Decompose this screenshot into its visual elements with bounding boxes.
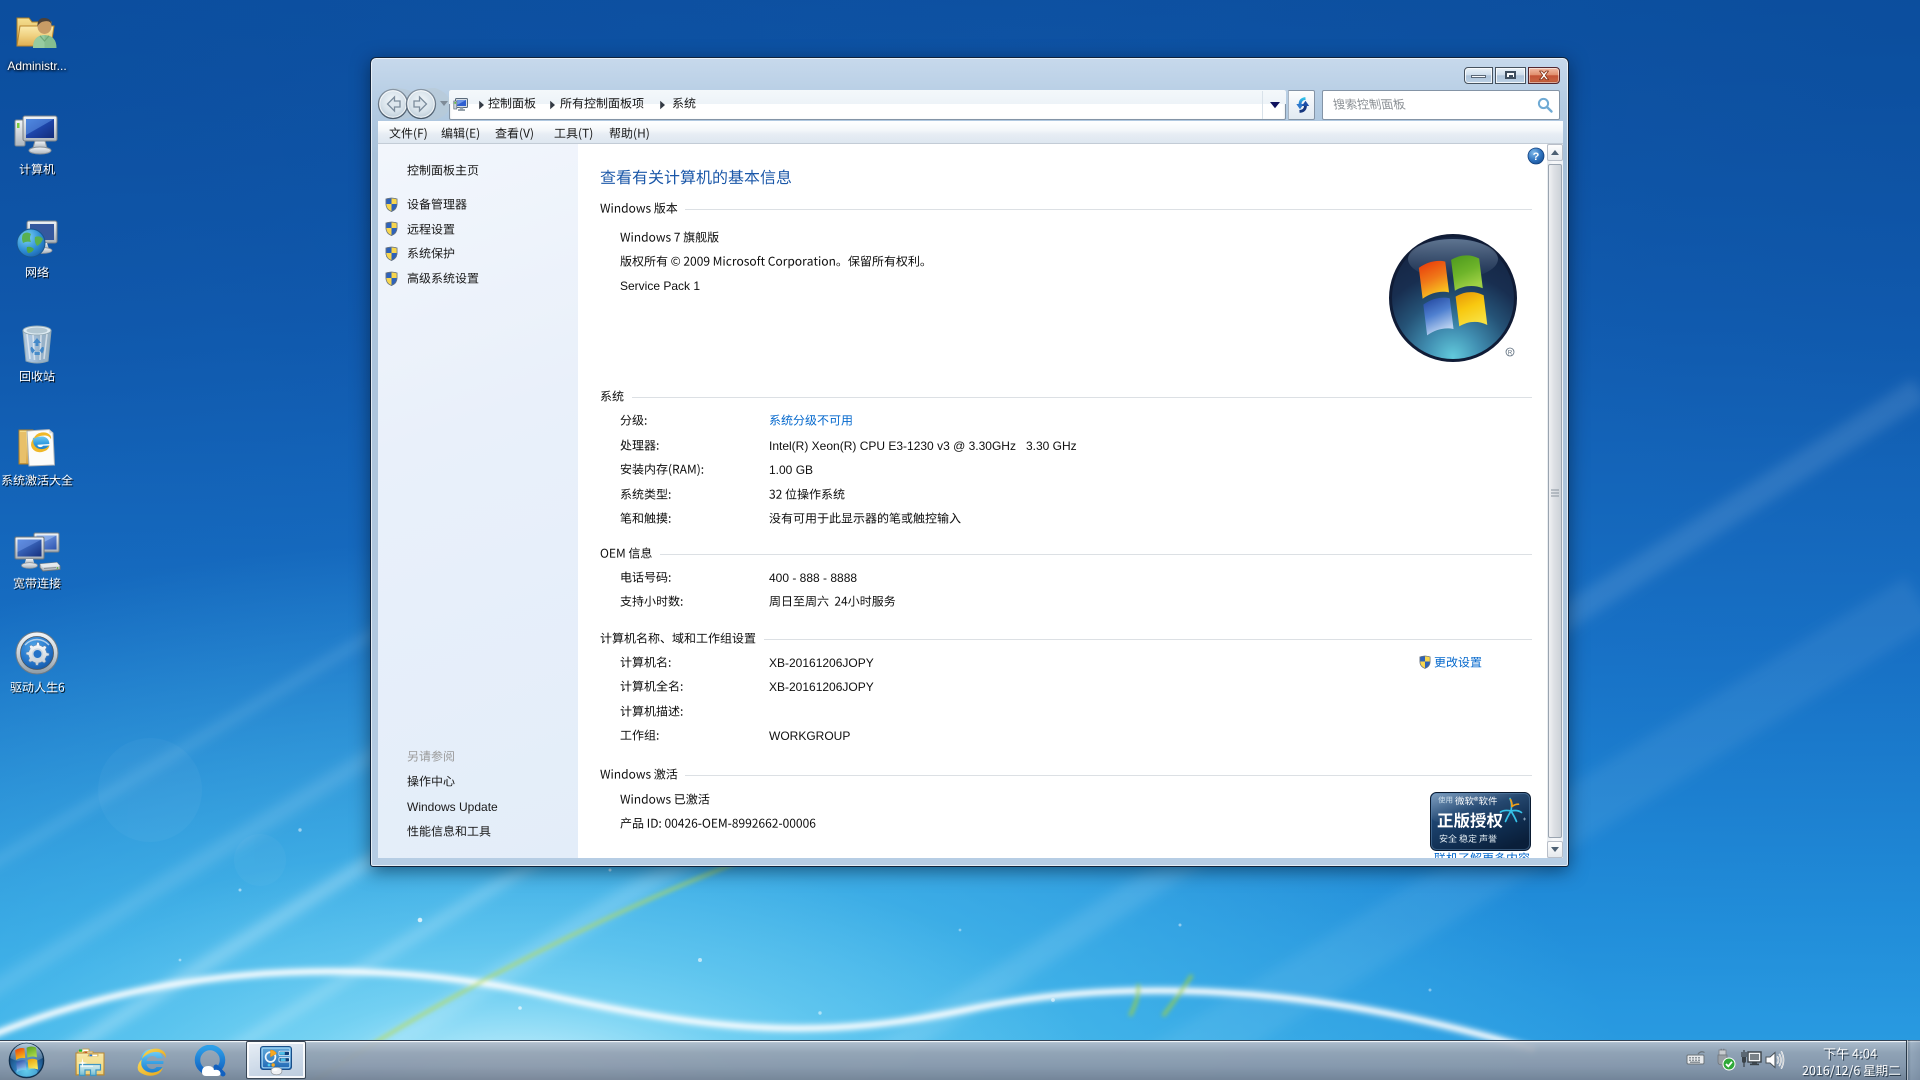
svg-text:R: R [1508, 351, 1513, 357]
svg-text:?: ? [1533, 151, 1540, 163]
